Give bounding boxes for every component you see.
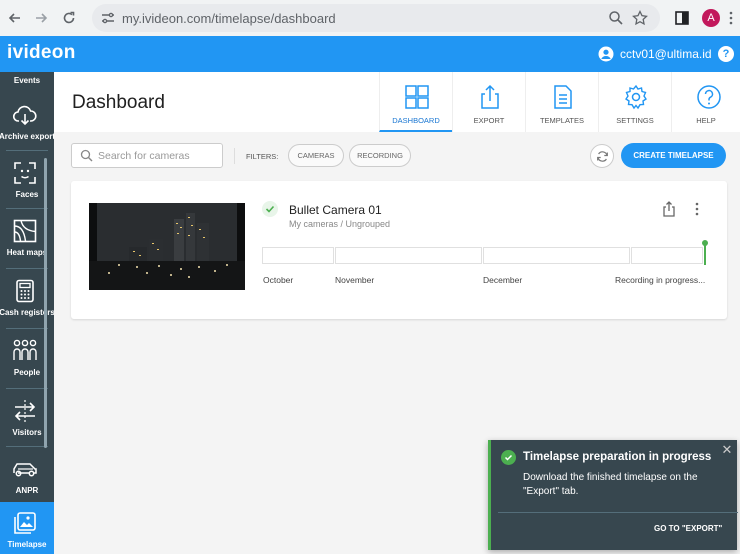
sidebar-item-timelapse[interactable]: Timelapse	[0, 502, 54, 554]
recording-status: Recording in progress...	[615, 275, 706, 285]
timeline-segment-october[interactable]	[262, 247, 334, 264]
forward-arrow-icon[interactable]	[30, 7, 52, 29]
sidebar-item-anpr[interactable]: ANPR	[0, 448, 54, 506]
sidebar-item-label: Archive export	[0, 132, 54, 141]
tab-help[interactable]: HELP	[671, 72, 740, 132]
sidebar: Events Archive export Faces Heat maps Ca…	[0, 72, 54, 554]
sidebar-divider	[6, 388, 48, 389]
recording-indicator-line	[704, 243, 706, 265]
side-panel-icon[interactable]	[674, 10, 690, 26]
sidebar-item-label: ANPR	[15, 486, 39, 495]
camera-thumbnail[interactable]	[89, 203, 245, 290]
recording-indicator-dot	[702, 240, 708, 246]
visitors-arrows-icon	[14, 400, 36, 422]
search-input[interactable]	[98, 148, 218, 164]
more-options-icon[interactable]	[689, 201, 705, 217]
help-icon	[697, 85, 721, 109]
notification-toast: Timelapse preparation in progress Downlo…	[488, 440, 738, 550]
filter-divider	[234, 148, 235, 164]
ivideon-logo[interactable]: ivideon	[7, 42, 76, 64]
timeline-segment-december[interactable]	[483, 247, 630, 264]
user-email[interactable]: cctv01@ultima.id	[620, 47, 712, 61]
templates-icon	[554, 85, 572, 109]
sidebar-divider	[6, 268, 48, 269]
sidebar-item-label: Events	[13, 76, 41, 85]
browser-menu-icon[interactable]	[726, 11, 736, 25]
back-arrow-icon[interactable]	[4, 7, 26, 29]
tab-dashboard[interactable]: DASHBOARD	[379, 72, 452, 132]
timeline-label-october: October	[263, 275, 294, 285]
filters-label: FILTERS:	[246, 152, 279, 161]
profile-avatar[interactable]: A	[702, 9, 720, 27]
tab-label: DASHBOARD	[392, 116, 440, 125]
search-icon	[80, 149, 93, 162]
address-bar[interactable]: my.ivideon.com/timelapse/dashboard	[92, 4, 660, 32]
filter-chip-recording[interactable]: RECORDING	[349, 144, 411, 167]
face-scan-icon	[14, 162, 36, 184]
heat-map-icon	[13, 219, 37, 243]
browser-toolbar: my.ivideon.com/timelapse/dashboard A	[0, 0, 740, 36]
sidebar-scrollbar[interactable]	[44, 158, 47, 448]
timeline-label-december: December	[483, 275, 523, 285]
success-icon	[501, 450, 516, 465]
camera-card[interactable]: Bullet Camera 01 My cameras / Ungrouped …	[71, 181, 727, 319]
create-timelapse-button[interactable]: CREATE TIMELAPSE	[621, 143, 726, 168]
url-text: my.ivideon.com/timelapse/dashboard	[122, 11, 336, 26]
sidebar-item-events[interactable]: Events	[0, 72, 54, 96]
sidebar-divider	[6, 208, 48, 209]
site-settings-icon[interactable]	[100, 10, 116, 26]
share-icon[interactable]	[661, 201, 677, 217]
sidebar-divider	[6, 446, 48, 447]
sidebar-divider	[6, 150, 48, 151]
camera-status-check	[262, 201, 278, 217]
dashboard-icon	[405, 85, 429, 109]
tab-label: SETTINGS	[616, 116, 654, 125]
export-icon	[481, 84, 499, 109]
go-to-export-button[interactable]: GO TO "EXPORT"	[654, 524, 722, 533]
gear-icon	[625, 84, 647, 110]
refresh-button[interactable]	[590, 144, 614, 168]
sidebar-divider	[6, 328, 48, 329]
toast-message: Download the finished timelapse on the "…	[523, 472, 698, 497]
timeline-segment-current[interactable]	[631, 247, 703, 264]
tab-settings[interactable]: SETTINGS	[598, 72, 671, 132]
toast-title: Timelapse preparation in progress	[523, 451, 712, 463]
camera-name[interactable]: Bullet Camera 01	[289, 203, 382, 217]
tab-label: HELP	[696, 116, 716, 125]
check-icon	[265, 205, 275, 213]
timelapse-icon	[14, 512, 36, 534]
cloud-download-icon	[12, 105, 37, 126]
filter-chip-cameras[interactable]: CAMERAS	[288, 144, 344, 167]
timeline-label-november: November	[335, 275, 375, 285]
sidebar-item-label: Timelapse	[7, 540, 47, 549]
reload-icon[interactable]	[58, 7, 80, 29]
close-icon[interactable]: ✕	[721, 443, 733, 456]
help-icon[interactable]: ?	[718, 46, 734, 62]
people-icon	[13, 339, 37, 360]
user-account-icon[interactable]	[598, 46, 614, 62]
timeline-segment-november[interactable]	[335, 247, 482, 264]
page-title: Dashboard	[72, 92, 165, 113]
camera-path: My cameras / Ungrouped	[289, 219, 391, 229]
sidebar-item-archive-export[interactable]: Archive export	[0, 94, 54, 152]
refresh-icon	[597, 151, 608, 162]
tab-export[interactable]: EXPORT	[452, 72, 525, 132]
tab-label: TEMPLATES	[539, 116, 585, 125]
cash-register-icon	[16, 279, 34, 303]
tab-label: EXPORT	[473, 116, 505, 125]
toast-divider	[498, 512, 738, 513]
star-icon[interactable]	[632, 10, 648, 26]
zoom-icon[interactable]	[608, 10, 624, 26]
camera-search[interactable]	[71, 143, 223, 168]
app-header: ivideon cctv01@ultima.id ?	[0, 36, 740, 72]
car-icon	[13, 463, 37, 477]
tab-templates[interactable]: TEMPLATES	[525, 72, 598, 132]
page-header: Dashboard DASHBOARD EXPORT TEMPLATES SET…	[54, 72, 740, 132]
